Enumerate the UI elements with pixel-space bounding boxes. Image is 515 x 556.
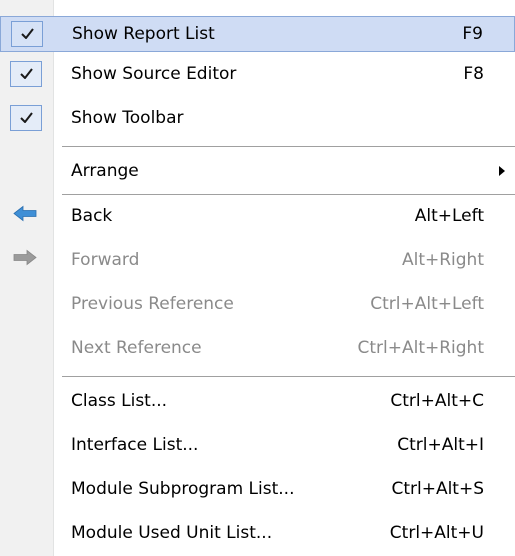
menu-separator [62, 194, 515, 195]
menu-item-label: Forward [71, 250, 140, 270]
menu-item-label: Module Used Unit List... [71, 523, 273, 543]
menu-item-next-reference[interactable]: Next Reference Ctrl+Alt+Right [0, 330, 515, 366]
menu-item-module-subprogram-list[interactable]: Module Subprogram List... Ctrl+Alt+S [0, 471, 515, 507]
menu-item-interface-list[interactable]: Interface List... Ctrl+Alt+I [0, 427, 515, 463]
menu-item-label: Arrange [71, 161, 139, 181]
menu-item-shortcut: F8 [463, 64, 484, 84]
menu-item-shortcut: F9 [462, 24, 483, 44]
checkmark-icon [11, 21, 43, 47]
menu-item-shortcut: Ctrl+Alt+Left [370, 294, 484, 314]
submenu-arrow-icon [499, 161, 505, 181]
menu-item-label: Interface List... [71, 435, 199, 455]
menu-item-shortcut: Ctrl+Alt+Right [357, 338, 484, 358]
menu-item-label: Previous Reference [71, 294, 234, 314]
menu-item-arrange[interactable]: Arrange [0, 153, 515, 189]
menu-item-forward[interactable]: Forward Alt+Right [0, 242, 515, 278]
menu-item-show-toolbar[interactable]: Show Toolbar [0, 100, 515, 136]
menu-separator [62, 376, 515, 377]
menu-item-shortcut: Alt+Right [401, 250, 484, 270]
menu-item-label: Next Reference [71, 338, 202, 358]
menu-item-show-source-editor[interactable]: Show Source Editor F8 [0, 56, 515, 92]
view-menu: Show Report List F9 Show Source Editor F… [0, 0, 515, 556]
menu-item-label: Show Toolbar [71, 108, 184, 128]
menu-item-class-list[interactable]: Class List... Ctrl+Alt+C [0, 383, 515, 419]
menu-item-back[interactable]: Back Alt+Left [0, 198, 515, 234]
checkmark-icon [10, 61, 42, 87]
menu-item-label: Show Report List [72, 24, 215, 44]
menu-item-shortcut: Ctrl+Alt+I [397, 435, 484, 455]
menu-item-shortcut: Ctrl+Alt+S [391, 479, 484, 499]
menu-item-label: Back [71, 206, 113, 226]
menu-item-shortcut: Ctrl+Alt+U [389, 523, 484, 543]
menu-item-shortcut: Alt+Left [414, 206, 484, 226]
menu-item-label: Module Subprogram List... [71, 479, 295, 499]
menu-item-previous-reference[interactable]: Previous Reference Ctrl+Alt+Left [0, 286, 515, 322]
menu-item-show-report-list[interactable]: Show Report List F9 [0, 16, 515, 52]
menu-item-shortcut: Ctrl+Alt+C [390, 391, 484, 411]
menu-item-module-used-unit-list[interactable]: Module Used Unit List... Ctrl+Alt+U [0, 515, 515, 551]
menu-separator [62, 146, 515, 147]
menu-item-label: Show Source Editor [71, 64, 237, 84]
menu-item-label: Class List... [71, 391, 168, 411]
forward-arrow-icon [13, 249, 37, 271]
checkmark-icon [10, 105, 42, 131]
back-arrow-icon [13, 205, 37, 227]
